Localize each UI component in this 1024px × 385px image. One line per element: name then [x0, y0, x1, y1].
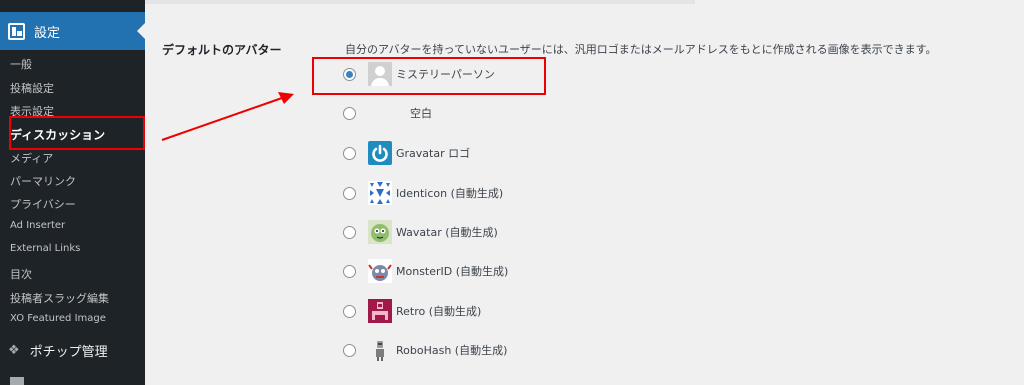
submenu-toc[interactable]: 目次	[10, 266, 32, 282]
submenu-privacy[interactable]: プライバシー	[10, 196, 76, 212]
top-divider	[145, 0, 695, 4]
submenu-xo-featured-image[interactable]: XO Featured Image	[10, 313, 106, 324]
annotation-box-discussion	[9, 116, 145, 150]
submenu-ad-inserter[interactable]: Ad Inserter	[10, 220, 65, 231]
blank-avatar	[368, 101, 392, 125]
avatar-label-robohash: RoboHash (自動生成)	[396, 344, 508, 357]
avatar-label-identicon: Identicon (自動生成)	[396, 187, 504, 200]
admin-sidebar: 設定 一般 投稿設定 表示設定 ディスカッション メディア パーマリンク プライ…	[0, 0, 145, 385]
avatar-radio-gravatar[interactable]	[343, 146, 356, 160]
settings-icon	[8, 22, 25, 40]
avatar-option-retro[interactable]: Retro (自動生成)	[343, 298, 481, 324]
submenu-external-links[interactable]: External Links	[10, 243, 80, 254]
avatar-label-wavatar: Wavatar (自動生成)	[396, 226, 498, 239]
avatar-radio-wavatar[interactable]	[343, 225, 356, 239]
gravatar-logo-icon	[368, 141, 392, 165]
avatar-default-description: 自分のアバターを持っていないユーザーには、汎用ロゴまたはメールアドレスをもとに作…	[345, 43, 937, 56]
avatar-option-gravatar[interactable]: Gravatar ロゴ	[343, 140, 470, 166]
active-menu-notch	[137, 23, 145, 39]
submenu-author-slug[interactable]: 投稿者スラッグ編集	[10, 290, 109, 306]
paw-icon: ❖	[8, 343, 20, 358]
robohash-avatar	[368, 338, 392, 362]
avatar-radio-retro[interactable]	[343, 304, 356, 318]
sidebar-menu-pochipp[interactable]: ❖ ポチップ管理	[8, 341, 108, 360]
wavatar-avatar	[368, 220, 392, 244]
avatar-radio-identicon[interactable]	[343, 186, 356, 200]
next-menu-icon	[10, 377, 24, 385]
identicon-avatar	[368, 181, 392, 205]
avatar-radio-robohash[interactable]	[343, 343, 356, 357]
avatar-option-monsterid[interactable]: MonsterID (自動生成)	[343, 258, 508, 284]
submenu-general[interactable]: 一般	[10, 56, 32, 72]
retro-avatar	[368, 299, 392, 323]
avatar-default-label: デフォルトのアバター	[162, 43, 282, 57]
sidebar-top-strip	[0, 0, 145, 10]
avatar-option-wavatar[interactable]: Wavatar (自動生成)	[343, 219, 498, 245]
sidebar-menu-settings[interactable]: 設定	[0, 12, 145, 50]
avatar-option-robohash[interactable]: RoboHash (自動生成)	[343, 337, 507, 363]
monsterid-avatar	[368, 259, 392, 283]
avatar-label-gravatar: Gravatar ロゴ	[396, 147, 471, 160]
avatar-radio-blank[interactable]	[343, 106, 356, 120]
avatar-label-retro: Retro (自動生成)	[396, 305, 482, 318]
avatar-label-monsterid: MonsterID (自動生成)	[396, 265, 509, 278]
sidebar-menu-pochipp-label: ポチップ管理	[29, 345, 108, 360]
annotation-box-mystery	[312, 57, 546, 95]
submenu-permalinks[interactable]: パーマリンク	[10, 173, 76, 189]
submenu-writing[interactable]: 投稿設定	[10, 80, 54, 96]
submenu-media[interactable]: メディア	[10, 150, 53, 166]
avatar-option-identicon[interactable]: Identicon (自動生成)	[343, 180, 503, 206]
sidebar-menu-settings-label: 設定	[34, 25, 61, 41]
avatar-radio-monsterid[interactable]	[343, 264, 356, 278]
avatar-option-blank[interactable]: 空白	[343, 100, 432, 126]
avatar-label-blank: 空白	[410, 107, 432, 120]
